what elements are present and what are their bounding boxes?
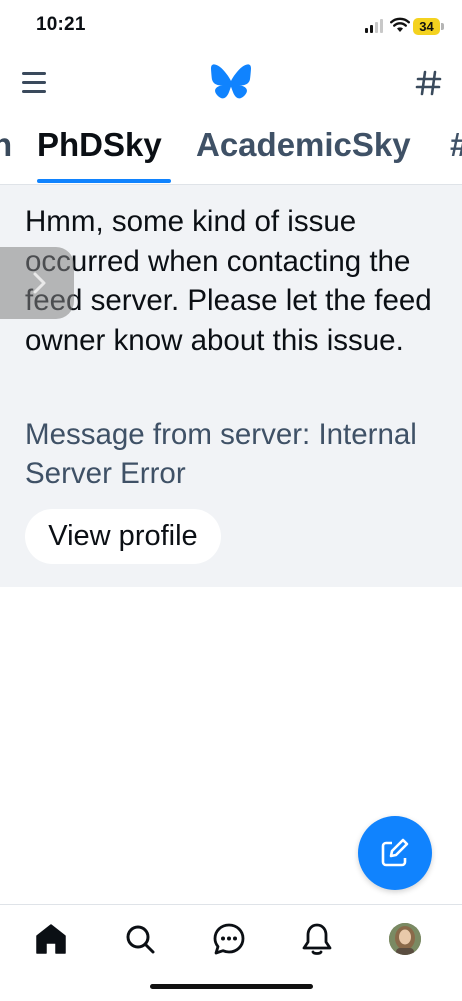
compose-button[interactable] bbox=[358, 816, 432, 890]
cellular-signal-icon bbox=[365, 19, 385, 33]
butterfly-logo-icon bbox=[211, 64, 251, 100]
chevron-right-icon bbox=[33, 272, 46, 294]
profile-avatar-image bbox=[389, 923, 421, 955]
view-profile-button[interactable]: View profile bbox=[25, 509, 221, 564]
server-error-message: Message from server: Internal Server Err… bbox=[25, 418, 417, 490]
feed-tabs: n PhDSky AcademicSky # bbox=[0, 118, 462, 185]
wifi-icon bbox=[390, 17, 410, 33]
home-indicator bbox=[150, 984, 313, 989]
tab-academicsky[interactable]: AcademicSky bbox=[196, 126, 411, 164]
nav-notifications[interactable] bbox=[299, 921, 335, 957]
chat-icon bbox=[213, 923, 245, 955]
nav-search[interactable] bbox=[122, 921, 158, 957]
status-time: 10:21 bbox=[36, 14, 86, 35]
hamburger-menu-icon bbox=[22, 72, 46, 75]
tab-phdsky[interactable]: PhDSky bbox=[37, 126, 162, 164]
bell-icon bbox=[302, 923, 332, 955]
avatar[interactable] bbox=[389, 923, 421, 955]
menu-button[interactable] bbox=[22, 71, 48, 93]
battery-indicator: 34 bbox=[413, 18, 440, 35]
active-tab-indicator bbox=[37, 179, 171, 183]
tab-previous-feed[interactable]: n bbox=[0, 126, 12, 164]
search-icon bbox=[126, 925, 155, 954]
nav-chat[interactable] bbox=[211, 921, 247, 957]
tab-next-feed[interactable]: # bbox=[450, 126, 462, 164]
battery-tip bbox=[441, 23, 444, 30]
nav-home[interactable] bbox=[33, 921, 69, 957]
home-icon bbox=[36, 924, 66, 954]
hashtag-icon bbox=[415, 70, 442, 96]
compose-icon bbox=[381, 838, 409, 867]
feeds-hashtag-button[interactable] bbox=[414, 64, 444, 100]
back-overlay-button[interactable] bbox=[0, 247, 74, 319]
error-message: Hmm, some kind of issue occurred when co… bbox=[25, 205, 432, 357]
